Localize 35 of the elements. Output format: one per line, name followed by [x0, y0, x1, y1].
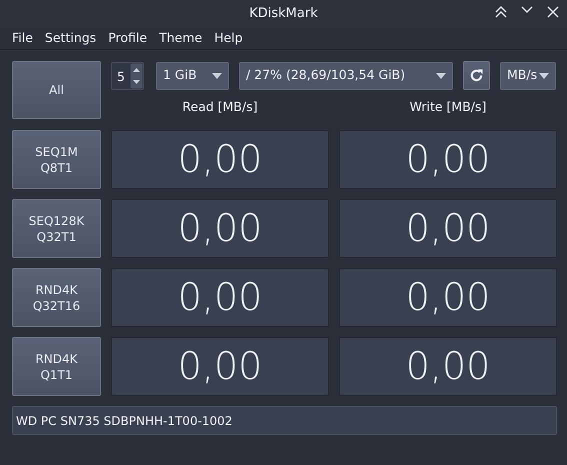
- refresh-icon: [469, 68, 484, 83]
- size-dropdown[interactable]: 1 GiB: [156, 62, 229, 90]
- minimize-icon[interactable]: [521, 6, 533, 14]
- spin-arrows-icon[interactable]: [130, 62, 143, 88]
- test-button[interactable]: SEQ128K Q32T1: [12, 199, 101, 258]
- dropdown-caret-icon: [436, 72, 446, 78]
- all-button[interactable]: All: [12, 61, 101, 119]
- menu-item[interactable]: Settings: [38, 29, 102, 48]
- read-result: 0,00: [111, 130, 329, 189]
- dropdown-caret-icon: [539, 72, 549, 78]
- menu-item[interactable]: File: [6, 29, 39, 48]
- unit-dropdown[interactable]: MB/s: [500, 62, 556, 90]
- test-button[interactable]: RND4K Q1T1: [12, 337, 101, 396]
- test-button[interactable]: SEQ1M Q8T1: [12, 130, 101, 189]
- loops-spinbox[interactable]: 5: [111, 62, 144, 90]
- target-dropdown[interactable]: / 27% (28,69/103,54 GiB): [239, 62, 453, 90]
- read-result: 0,00: [111, 337, 329, 396]
- test-button[interactable]: RND4K Q32T16: [12, 268, 101, 327]
- menu-item[interactable]: Profile: [102, 29, 154, 48]
- column-header: Read [MB/s]: [181, 98, 259, 116]
- close-icon[interactable]: [547, 6, 559, 18]
- read-result: 0,00: [111, 268, 329, 327]
- write-result: 0,00: [339, 337, 557, 396]
- write-result: 0,00: [339, 199, 557, 258]
- write-result: 0,00: [339, 130, 557, 189]
- read-result: 0,00: [111, 199, 329, 258]
- menu-item[interactable]: Theme: [153, 29, 208, 48]
- menu-item[interactable]: Help: [208, 29, 249, 48]
- write-result: 0,00: [339, 268, 557, 327]
- column-header: Write [MB/s]: [408, 98, 488, 116]
- refresh-button[interactable]: [463, 61, 490, 90]
- dropdown-caret-icon: [212, 72, 222, 78]
- keep-above-icon[interactable]: [495, 6, 507, 18]
- device-name-field: WD PC SN735 SDBPNHH-1T00-1002: [12, 406, 557, 435]
- window-title: KDiskMark: [249, 5, 318, 24]
